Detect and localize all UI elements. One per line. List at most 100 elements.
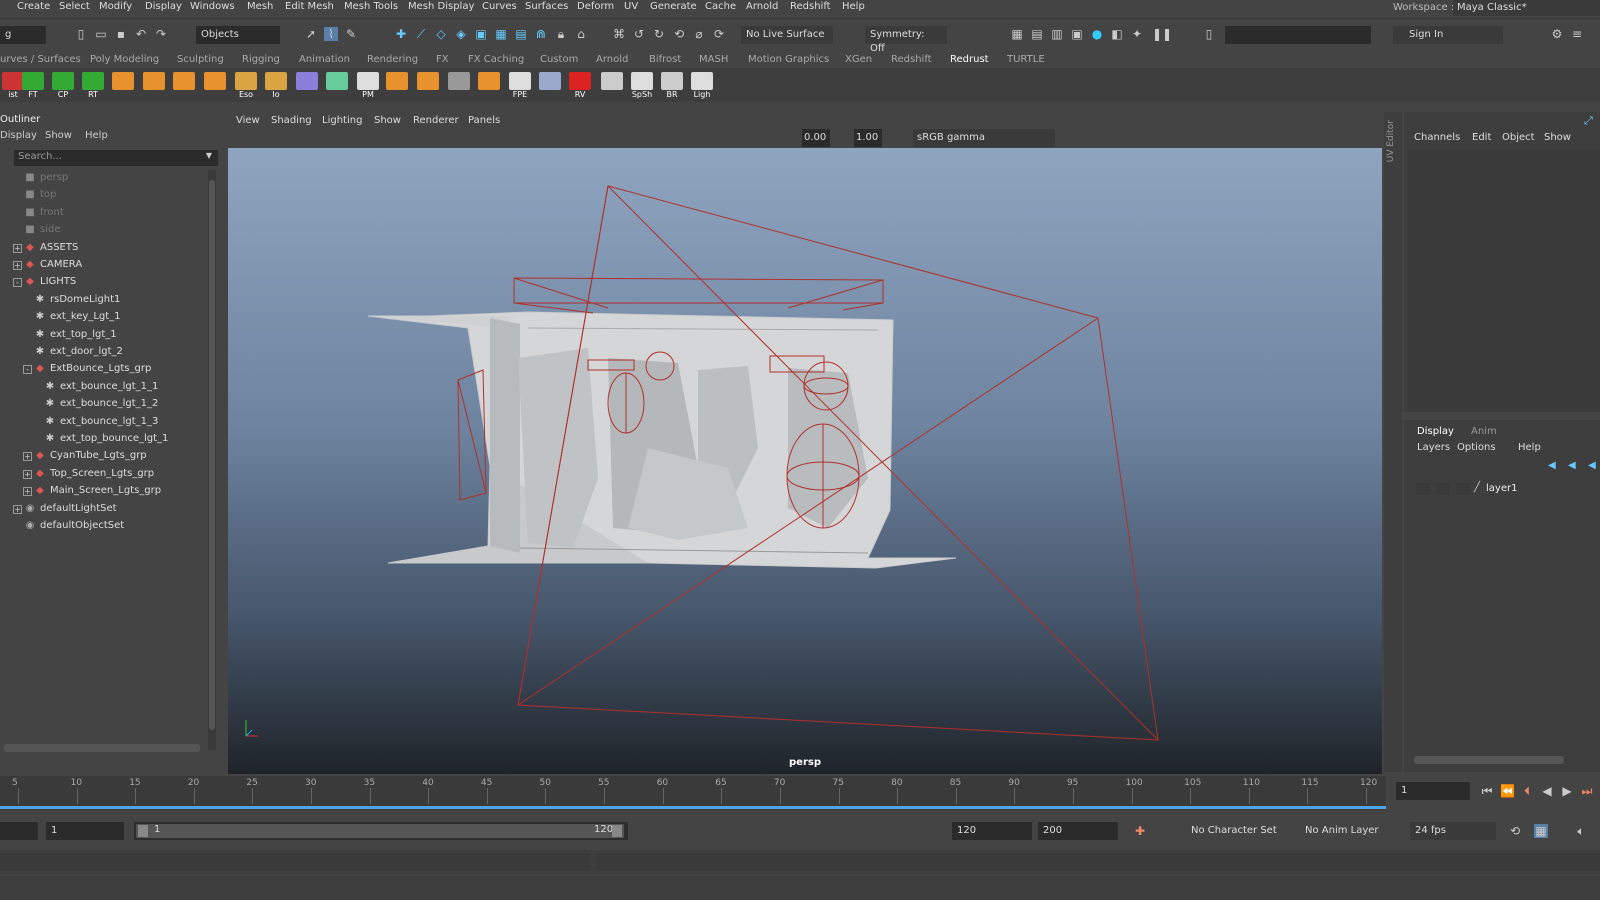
layer-tab-anim[interactable]: Anim <box>1471 426 1497 437</box>
pause-icon[interactable]: ❚❚ <box>1152 27 1172 41</box>
step-forward-icon[interactable]: ⏭ <box>1580 784 1594 798</box>
play-backward-icon[interactable]: ◀ <box>1540 784 1554 798</box>
input-ops-icon[interactable]: ↺ <box>632 27 646 41</box>
open-scene-icon[interactable]: ▭ <box>94 27 108 41</box>
shelf-tab-custom[interactable]: Custom <box>540 54 578 65</box>
shelf-button-16[interactable] <box>476 72 502 100</box>
outliner-menu-display[interactable]: Display <box>0 130 37 141</box>
outliner-item[interactable]: + ◆ CAMERA <box>0 257 210 274</box>
layer-menu-help[interactable]: Help <box>1518 442 1541 453</box>
snap-live-icon[interactable]: ▦ <box>494 27 508 41</box>
shelf-button-12[interactable]: PM <box>355 72 381 100</box>
shelf-button-20[interactable] <box>599 72 625 100</box>
menu-display[interactable]: Display <box>145 1 182 12</box>
outliner-item[interactable]: ✱ rsDomeLight1 <box>0 292 210 309</box>
outliner-menu-help[interactable]: Help <box>85 130 108 141</box>
fps-select[interactable]: 24 fps <box>1410 822 1496 840</box>
shelf-tab-mash[interactable]: MASH <box>699 54 728 65</box>
pin-icon[interactable]: ⤢ <box>1584 114 1593 128</box>
symmetry-select[interactable]: Symmetry: Off <box>865 26 947 54</box>
character-set-select[interactable]: No Character Set <box>1186 822 1284 840</box>
ipr-render-icon[interactable]: ▥ <box>1050 27 1064 41</box>
shelf-button-18[interactable] <box>537 72 563 100</box>
expand-icon[interactable]: + <box>13 504 22 514</box>
selection-mode-select[interactable]: Objects <box>196 26 280 44</box>
output-ops-icon[interactable]: ↻ <box>652 27 666 41</box>
ipr-icon[interactable]: ⟲ <box>672 27 686 41</box>
outliner-item[interactable]: ■ front <box>0 205 210 222</box>
channel-menu-show[interactable]: Show <box>1544 132 1571 143</box>
layer-move-up-icon[interactable]: ◀ <box>1548 460 1556 471</box>
range-slider[interactable]: 1 120 <box>134 822 628 840</box>
shelf-button-7[interactable] <box>202 72 228 100</box>
outliner-item[interactable]: ✱ ext_door_lgt_2 <box>0 344 210 361</box>
shelf-button-15[interactable] <box>446 72 472 100</box>
gamma-field[interactable]: 1.00 <box>854 129 882 147</box>
chevron-down-icon[interactable]: ▼ <box>206 151 212 160</box>
shelf-button-2[interactable]: CP <box>50 72 76 100</box>
outliner-item[interactable]: + ◆ ASSETS <box>0 240 210 257</box>
shelf-tab-fx-caching[interactable]: FX Caching <box>468 54 524 65</box>
outliner-item[interactable]: ✱ ext_key_Lgt_1 <box>0 309 210 326</box>
menu-mesh-tools[interactable]: Mesh Tools <box>344 1 398 12</box>
attribute-editor-icon[interactable]: ≡ <box>1570 27 1584 41</box>
outliner-item[interactable]: ■ side <box>0 222 210 239</box>
shelf-tab-sculpting[interactable]: Sculpting <box>177 54 224 65</box>
go-to-start-icon[interactable]: ⏮ <box>1480 784 1494 798</box>
shelf-tab-fx[interactable]: FX <box>436 54 449 65</box>
viewport-3d[interactable]: persp <box>228 148 1382 774</box>
workspace-select[interactable]: Maya Classic* <box>1453 0 1600 16</box>
menu-generate[interactable]: Generate <box>650 1 697 12</box>
range-slider-handle[interactable]: 1 120 <box>136 824 624 838</box>
color-space-select[interactable]: sRGB gamma <box>913 129 1055 147</box>
layer-menu-layers[interactable]: Layers <box>1417 442 1450 453</box>
outliner-item[interactable]: ■ persp <box>0 170 210 187</box>
cache-playback-icon[interactable]: ▦ <box>1534 824 1548 838</box>
new-scene-icon[interactable]: ▯ <box>74 27 88 41</box>
anim-layer-select[interactable]: No Anim Layer <box>1300 822 1394 840</box>
shelf-button-3[interactable]: RT <box>80 72 106 100</box>
outliner-item[interactable]: ✱ ext_bounce_lgt_1_3 <box>0 414 210 431</box>
outliner-scroll-thumb[interactable] <box>209 180 215 730</box>
shelf-tab-rigging[interactable]: Rigging <box>242 54 280 65</box>
stage-mesh[interactable] <box>367 311 957 569</box>
current-frame-field[interactable]: 1 <box>1396 782 1470 800</box>
sound-icon[interactable]: 🔈︎ <box>1574 824 1588 838</box>
shelf-tab-bifrost[interactable]: Bifrost <box>649 54 681 65</box>
magnet-icon[interactable]: ⋒ <box>534 27 548 41</box>
outliner-horizontal-scrollbar[interactable] <box>4 744 200 752</box>
shelf-tab-redshift[interactable]: Redshift <box>891 54 932 65</box>
shelf-tab-curves-surfaces[interactable]: urves / Surfaces <box>0 54 81 65</box>
menuset-select[interactable]: g <box>0 26 46 44</box>
layer-new-icon[interactable]: ◀ <box>1588 460 1596 471</box>
collapse-icon[interactable]: - <box>13 278 22 288</box>
loop-icon[interactable]: ⟲ <box>1508 824 1522 838</box>
shelf-button-1[interactable]: FT <box>20 72 46 100</box>
outliner-item[interactable]: + ◆ Top_Screen_Lgts_grp <box>0 466 210 483</box>
outliner-search-input[interactable]: Search... ▼ <box>14 150 218 166</box>
render-sequence-icon[interactable]: ▤ <box>1030 27 1044 41</box>
range-start-grip[interactable] <box>138 825 148 837</box>
menu-modify[interactable]: Modify <box>99 1 132 12</box>
layer-scrollbar[interactable] <box>1414 756 1564 764</box>
shelf-button-19[interactable]: RV <box>567 72 593 100</box>
layer-visibility-toggle[interactable] <box>1416 483 1430 495</box>
shelf-tab-xgen[interactable]: XGen <box>845 54 872 65</box>
layer-move-down-icon[interactable]: ◀ <box>1568 460 1576 471</box>
live-surface-field[interactable]: No Live Surface <box>741 26 833 44</box>
viewport-menu-lighting[interactable]: Lighting <box>322 115 362 126</box>
shelf-button-6[interactable] <box>171 72 197 100</box>
range-end-grip[interactable] <box>612 825 622 837</box>
shelf-button-13[interactable] <box>384 72 410 100</box>
layer-tab-display[interactable]: Display <box>1417 426 1454 437</box>
menu-windows[interactable]: Windows <box>190 1 235 12</box>
hypershade-icon[interactable]: ● <box>1090 27 1104 41</box>
outliner-item[interactable]: ✱ ext_top_lgt_1 <box>0 327 210 344</box>
menu-redshift[interactable]: Redshift <box>790 1 831 12</box>
render-frame-icon[interactable]: ▦ <box>1010 27 1024 41</box>
shelf-button-17[interactable]: FPE <box>507 72 533 100</box>
layer-playback-toggle[interactable] <box>1436 483 1450 495</box>
command-search-field[interactable] <box>1225 26 1371 44</box>
shelf-button-4[interactable] <box>110 72 136 100</box>
select-tool-icon[interactable]: ➚ <box>304 27 318 41</box>
